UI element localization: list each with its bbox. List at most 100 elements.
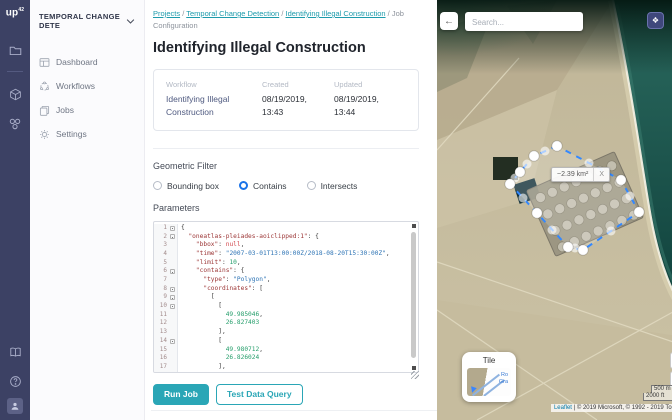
fold-toggle-icon[interactable] [170,304,175,309]
code-line: 17 ], [154,363,418,372]
workflow-link[interactable]: Identifying Illegal Construction [166,93,262,118]
sidebar-item-workflows[interactable]: Workflows [39,74,135,98]
measurement-tooltip: ~2.39 km² X [551,167,610,182]
editor-resize-grip[interactable] [411,371,419,379]
radio-contains[interactable]: Contains [239,181,287,191]
scale-imperial: 2000 ft [643,393,672,401]
aoi-midpoint-handle[interactable] [541,147,550,156]
documentation-book-icon[interactable] [9,346,22,359]
dashboard-icon [39,57,50,68]
aoi-vertex-handle[interactable] [505,179,515,189]
catalog-cube-icon[interactable] [9,88,22,101]
editor-scroll-thumb[interactable] [411,232,416,358]
code-line: 9 [ [154,293,418,302]
run-job-button[interactable]: Run Job [153,384,209,405]
tile-control-label: Tile [462,356,516,365]
workflow-card: Workflow Identifying Illegal Constructio… [153,69,419,131]
code-line: 15 49.980712, [154,346,418,355]
code-line: 6 "contains": { [154,267,418,276]
fold-toggle-icon[interactable] [170,269,175,274]
page-title: Identifying Illegal Construction [153,40,419,56]
user-avatar[interactable] [7,398,23,414]
blocks-cluster-icon[interactable] [8,117,22,131]
map-canvas[interactable]: ← ❖ ~2.39 km² X Tile Ro Gra + − 500 m 20… [437,0,672,420]
sidebar-item-settings[interactable]: Settings [39,122,135,146]
job-configuration-page: Projects / Temporal Change Detection / I… [145,0,437,420]
tile-preview: Ro Gra [467,368,511,396]
project-name: TEMPORAL CHANGE DETE [39,12,126,30]
sidebar-item-dashboard[interactable]: Dashboard [39,50,135,74]
aoi-midpoint-handle[interactable] [519,194,528,203]
code-line: 11 49.985046, [154,311,418,320]
code-line: 10 [ [154,302,418,311]
fold-toggle-icon[interactable] [170,339,175,344]
geometric-filter-options: Bounding box Contains Intersects [153,181,419,191]
code-line: 7 "type": "Polygon", [154,276,418,285]
updated-value: 08/19/2019, 13:44 [334,93,406,118]
aoi-vertex-handle[interactable] [532,208,542,218]
geometric-filter-label: Geometric Filter [153,161,419,171]
radio-dot [239,181,248,190]
created-value: 08/19/2019, 13:43 [262,93,334,118]
content-footer-divider [151,410,437,411]
action-buttons: Run Job Test Data Query [153,384,419,405]
radio-bounding-box[interactable]: Bounding box [153,181,219,191]
project-selector[interactable]: TEMPORAL CHANGE DETE [39,12,135,30]
code-line: 8 "coordinates": [ [154,285,418,294]
project-nav-items: Dashboard Workflows Jobs Settings [39,50,135,146]
code-line: 5 "limit": 10, [154,259,418,268]
code-line: 16 26.826024 [154,354,418,363]
back-button[interactable]: ← [440,12,458,30]
aoi-midpoint-handle[interactable] [626,192,635,201]
code-line: 4 "time": "2007-03-01T13:00:00Z/2018-08-… [154,250,418,259]
jobs-icon [39,105,50,116]
fold-toggle-icon[interactable] [170,226,175,231]
measurement-value: ~2.39 km² [552,168,593,181]
fold-toggle-icon[interactable] [170,287,175,292]
tile-layer-control[interactable]: Tile Ro Gra [462,352,516,402]
editor-scroll-up[interactable] [412,224,416,228]
created-label: Created [262,80,334,89]
settings-icon [39,129,50,140]
breadcrumb: Projects / Temporal Change Detection / I… [153,8,415,31]
breadcrumb-projects[interactable]: Projects [153,9,180,18]
editor-scroll-down[interactable] [412,366,416,370]
map-scale: 500 m 2000 ft [643,385,672,401]
locate-button[interactable]: ❖ [647,12,664,29]
fold-toggle-icon[interactable] [170,234,175,239]
code-line: 13 ], [154,328,418,337]
code-line: 2 "oneatlas-pleiades-aoiclipped:1": { [154,233,418,242]
aoi-vertex-handle[interactable] [578,245,588,255]
fold-toggle-icon[interactable] [170,295,175,300]
test-data-query-button[interactable]: Test Data Query [216,384,303,405]
breadcrumb-job[interactable]: Identifying Illegal Construction [285,9,385,18]
map-attribution: Leaflet | © 2019 Microsoft, © 1992 - 201… [551,404,672,412]
radio-dot [153,181,162,190]
aoi-midpoint-handle[interactable] [607,227,616,236]
projects-folder-icon[interactable] [9,44,22,57]
editor-scrollbar[interactable] [411,230,417,364]
aoi-vertex-handle[interactable] [552,141,562,151]
code-line: 14 [ [154,337,418,346]
sidebar-item-jobs[interactable]: Jobs [39,98,135,122]
rail-divider [7,71,23,72]
search-input[interactable] [465,13,583,32]
parameters-label: Parameters [153,203,419,213]
leaflet-link[interactable]: Leaflet [554,405,572,411]
radio-intersects[interactable]: Intersects [307,181,358,191]
aoi-vertex-handle[interactable] [515,167,525,177]
radio-dot [307,181,316,190]
parameters-editor[interactable]: 1{2 "oneatlas-pleiades-aoiclipped:1": {3… [153,221,419,373]
aoi-vertex-handle[interactable] [634,207,644,217]
aoi-midpoint-handle[interactable] [548,226,557,235]
aoi-midpoint-handle[interactable] [523,160,532,169]
help-icon[interactable] [9,375,22,388]
aoi-vertex-handle[interactable] [563,242,573,252]
up42-logo[interactable]: up42 [6,7,25,18]
aoi-vertex-handle[interactable] [529,151,539,161]
updated-label: Updated [334,80,406,89]
breadcrumb-workflow[interactable]: Temporal Change Detection [186,9,279,18]
aoi-vertex-handle[interactable] [616,175,626,185]
chevron-down-icon [126,12,135,30]
measurement-dismiss[interactable]: X [593,168,609,181]
